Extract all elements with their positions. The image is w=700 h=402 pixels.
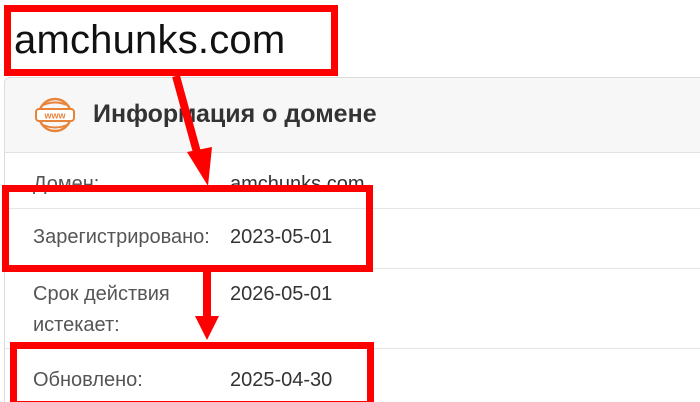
- row-label-updated: Обновлено:: [33, 369, 143, 391]
- site-domain-title: amchunks.com: [14, 18, 286, 62]
- card-title: Информация о домене: [93, 100, 377, 128]
- row-value-domain: amchunks.com: [230, 173, 365, 195]
- info-row-registered: Зарегистрировано: 2023-05-01: [5, 209, 700, 269]
- row-label-expires-line1: Срок действия: [33, 283, 170, 305]
- page: www Информация о домене Домен: amchunks.…: [0, 0, 700, 402]
- info-row-expires: Срок действия истекает: 2026-05-01: [5, 269, 700, 349]
- row-label-registered: Зарегистрировано:: [33, 226, 210, 248]
- row-value-expires: 2026-05-01: [230, 283, 333, 305]
- row-label-expires-line2: истекает:: [33, 314, 120, 336]
- row-label-domain: Домен:: [33, 173, 100, 195]
- www-globe-icon: www: [35, 97, 75, 133]
- row-value-registered: 2023-05-01: [230, 226, 333, 248]
- info-row-domain: Домен: amchunks.com: [5, 153, 700, 209]
- domain-info-card: www Информация о домене Домен: amchunks.…: [4, 77, 700, 402]
- www-icon-text: www: [43, 111, 66, 121]
- card-header: www Информация о домене: [5, 78, 700, 153]
- info-row-updated: Обновлено: 2025-04-30: [5, 349, 700, 402]
- row-value-updated: 2025-04-30: [230, 369, 333, 391]
